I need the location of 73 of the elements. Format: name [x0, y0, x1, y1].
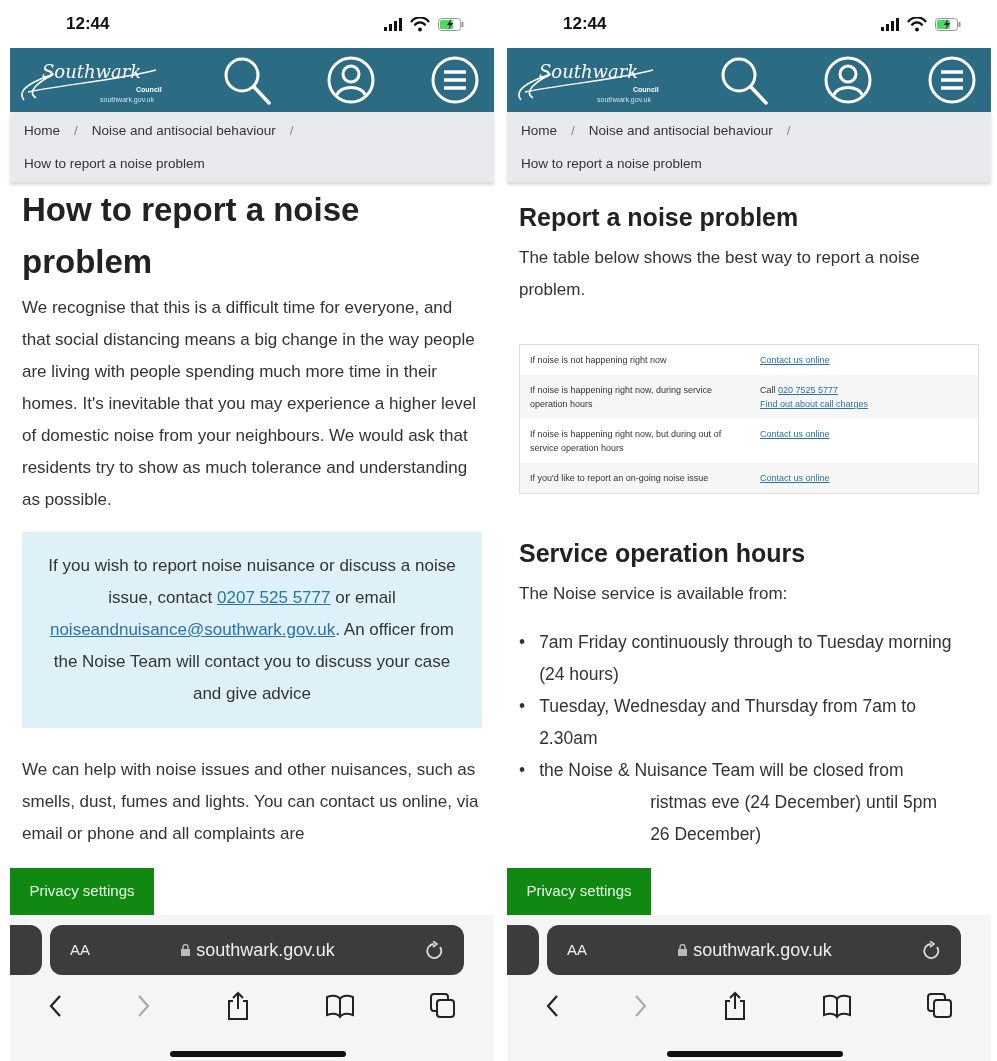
breadcrumb-separator: /	[786, 122, 791, 140]
tab-preview[interactable]	[10, 925, 42, 975]
table-cell-text: If noise is happening right now, during service operation hours	[530, 384, 714, 411]
page-title: How to report a noise problem	[22, 190, 361, 282]
url-text: southwark.gov.uk	[693, 938, 832, 962]
signal-icon	[881, 17, 899, 31]
back-icon[interactable]	[544, 994, 559, 1018]
paragraph: We can help with noise issues and other nuisances, such as smells, dust, fumes and lights. You can contact us online, via email or phone and all complaints are	[22, 759, 480, 845]
status-time: 12:44	[66, 13, 110, 36]
link[interactable]: 020 7525 5777	[778, 385, 839, 395]
section-heading: Report a noise problem	[519, 202, 800, 232]
privacy-settings-button[interactable]: Privacy settings	[507, 868, 651, 915]
breadcrumb-separator: /	[571, 122, 575, 140]
paragraph: We recognise that this is a difficult time for everyone, and that social distancing means a big change in the way people are living with people spending much more time in their homes. It's inevitable that you may experience a higher level of domestic noise from your neighbours. We would ask that residents try to show as much tolerance and understanding as possible.	[22, 297, 477, 511]
account-icon[interactable]	[326, 55, 376, 105]
table-cell-text: If noise is not happening right now	[530, 354, 668, 367]
share-icon[interactable]	[225, 991, 250, 1021]
battery-charging-icon	[438, 17, 464, 31]
text-size-button[interactable]: AA	[70, 938, 90, 962]
list-item: 7am Friday continuously through to Tuesday morning (24 hours)	[539, 632, 952, 684]
paragraph: The Noise service is available from:	[519, 583, 789, 605]
tabs-icon[interactable]	[430, 993, 457, 1019]
table-cell-text: If noise is happening right now, but during out of service operation hours	[530, 428, 723, 455]
search-icon[interactable]	[719, 55, 769, 105]
link[interactable]: Contact us online	[760, 473, 830, 483]
bullet: •	[519, 759, 526, 782]
lock-icon	[181, 944, 191, 956]
call-label: Call	[760, 385, 777, 395]
breadcrumb-link[interactable]: Home	[521, 114, 557, 147]
list-item: the Noise & Nuisance Team will be closed from	[539, 760, 904, 780]
wifi-icon	[907, 16, 927, 32]
breadcrumb-current: How to report a noise problem	[521, 155, 702, 173]
bullet: •	[519, 695, 526, 718]
address-bar[interactable]: AA southwark.gov.uk	[50, 925, 464, 975]
table-cell-text: If you'd like to report an on-going noise issue	[530, 472, 710, 485]
text-size-button[interactable]: AA	[567, 938, 587, 962]
breadcrumb-separator: /	[289, 122, 294, 140]
tabs-icon[interactable]	[927, 993, 954, 1019]
breadcrumb-link[interactable]: Noise and antisocial behaviour	[588, 114, 773, 147]
share-icon[interactable]	[722, 991, 747, 1021]
breadcrumb-current: How to report a noise problem	[24, 155, 205, 173]
bookmarks-icon[interactable]	[325, 993, 356, 1019]
back-icon[interactable]	[47, 994, 62, 1018]
status-time: 12:44	[563, 13, 607, 36]
privacy-settings-button[interactable]: Privacy settings	[10, 868, 154, 915]
tab-preview[interactable]	[507, 925, 539, 975]
address-bar[interactable]: AA southwark.gov.uk	[547, 925, 961, 975]
reload-icon[interactable]	[426, 941, 444, 959]
callout-text: If you wish to report noise nuisance or discuss a noise issue, contact 0207 525 5777 or email noiseandnuisance@southwark.gov.uk. An officer from the Noise Team will contact you to discuss your case and give advice	[22, 532, 482, 728]
bookmarks-icon[interactable]	[822, 993, 853, 1019]
list-item-fragment: 26 December)	[649, 823, 763, 846]
link[interactable]: noiseandnuisance@southwark.gov.uk	[49, 620, 336, 639]
section-heading: Service operation hours	[519, 538, 807, 568]
link[interactable]: 0207 525 5777	[217, 588, 331, 607]
bullet: •	[519, 631, 526, 654]
breadcrumb-link[interactable]: Noise and antisocial behaviour	[91, 114, 276, 147]
paragraph: The table below shows the best way to report a noise problem.	[519, 247, 921, 301]
breadcrumb-link[interactable]: Home	[24, 114, 60, 147]
lock-icon	[678, 944, 688, 956]
account-icon[interactable]	[823, 55, 873, 105]
link[interactable]: Contact us online	[760, 355, 830, 365]
battery-charging-icon	[935, 17, 961, 31]
link[interactable]: Contact us online	[760, 429, 830, 439]
wifi-icon	[410, 16, 430, 32]
reload-icon[interactable]	[923, 941, 941, 959]
search-icon[interactable]	[222, 55, 272, 105]
signal-icon	[384, 17, 402, 31]
list-item-fragment: ristmas eve (24 December) until 5pm	[649, 791, 938, 814]
link[interactable]: Find out about call charges	[760, 399, 869, 409]
url-text: southwark.gov.uk	[196, 938, 335, 962]
menu-icon[interactable]	[430, 55, 480, 105]
breadcrumb-separator: /	[74, 122, 78, 140]
menu-icon[interactable]	[927, 55, 977, 105]
